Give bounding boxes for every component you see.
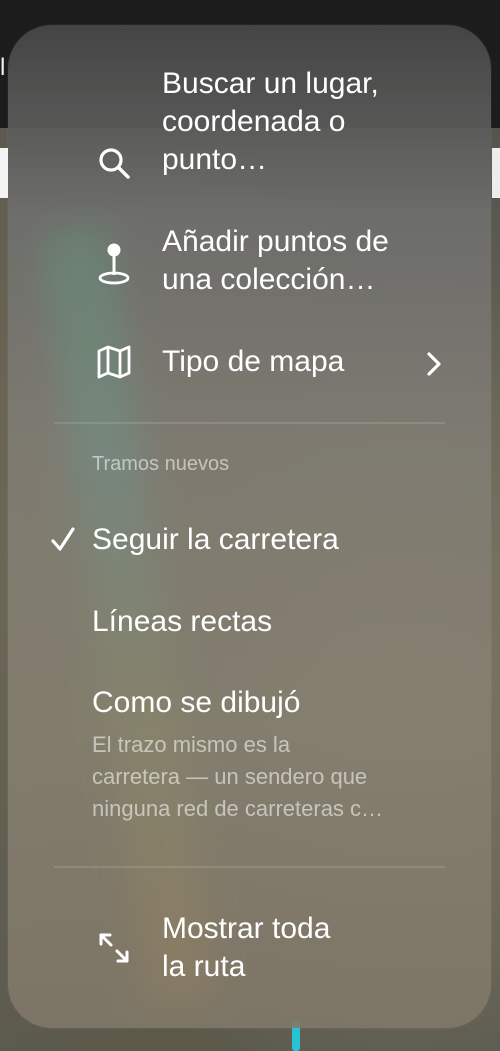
map-overlay-strip-right	[492, 148, 500, 198]
option-as-drawn-label: Como se dibujó	[92, 686, 301, 719]
option-as-drawn-description: El trazo mismo es la carretera — un send…	[92, 732, 384, 821]
option-straight-lines[interactable]: Líneas rectas	[8, 595, 491, 647]
checkmark-icon	[51, 527, 75, 551]
context-menu: Buscar un lugar, coordenada o punto… Aña…	[8, 25, 491, 1028]
map-icon	[97, 345, 131, 379]
pin-icon	[98, 243, 130, 285]
search-icon	[99, 148, 130, 179]
divider	[54, 422, 445, 424]
menu-item-show-route-label: Mostrar toda la ruta	[162, 912, 331, 983]
menu-item-add-points-label: Añadir puntos de una colección…	[162, 225, 389, 296]
menu-item-map-type[interactable]: Tipo de mapa	[8, 337, 491, 389]
chevron-right-icon	[427, 352, 441, 376]
menu-item-add-points[interactable]: Añadir puntos de una colección…	[8, 223, 491, 307]
menu-item-search-label: Buscar un lugar, coordenada o punto…	[162, 67, 379, 176]
menu-item-show-route[interactable]: Mostrar toda la ruta	[8, 905, 491, 989]
menu-item-search[interactable]: Buscar un lugar, coordenada o punto…	[8, 65, 491, 195]
map-overlay-strip-left	[0, 148, 8, 198]
menu-item-map-type-label: Tipo de mapa	[162, 345, 345, 378]
option-straight-lines-label: Líneas rectas	[92, 605, 273, 638]
section-header: Tramos nuevos	[92, 453, 230, 475]
option-follow-road-label: Seguir la carretera	[92, 523, 339, 556]
option-follow-road[interactable]: Seguir la carretera	[8, 515, 491, 567]
divider	[54, 866, 445, 868]
expand-icon	[99, 933, 129, 963]
